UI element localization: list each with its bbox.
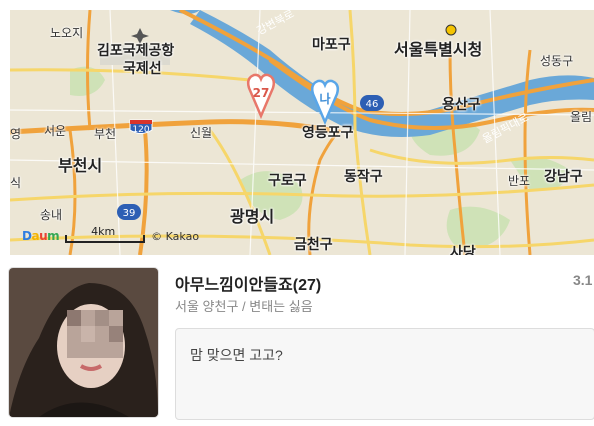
label-ollim: 올림 [570,110,593,124]
message-text: 맘 맞으면 고고? [190,347,283,363]
svg-text:27: 27 [253,86,270,100]
label-sik: 식 [10,176,22,190]
profile-metric: 3.1 [573,272,593,288]
label-sinwol: 신월 [190,126,213,140]
message-bubble: 맘 맞으면 고고? [175,328,594,420]
pin-na-icon[interactable]: 나 [310,76,340,128]
label-guro: 구로구 [268,173,307,189]
label-seoul-w: 서운 [44,124,67,138]
label-gwangmyeong: 광명시 [230,207,275,226]
label-dongjak: 동작구 [344,169,383,185]
label-bucheon-small: 부천 [94,127,117,141]
label-gimpo-airport: 김포국제공항 [97,43,175,59]
label-yongsan: 용산구 [442,97,481,113]
svg-text:나: 나 [319,91,330,106]
label-international-line: 국제선 [123,61,162,77]
map-view[interactable]: 노오지 김포국제공항 국제선 강변북로 마포구 서울특별시청 성동구 용산구 올… [10,10,594,255]
profile-name[interactable]: 아무느낌이안들죠(27) [175,271,321,295]
label-noji: 노오지 [50,26,84,40]
label-gangnam: 강남구 [544,169,583,185]
scale-bar: 4km [65,225,146,245]
pin-27-icon[interactable]: 27 [246,70,276,122]
label-seongdong: 성동구 [540,54,574,68]
avatar[interactable] [9,268,158,417]
svg-text:39: 39 [123,208,136,219]
map-credits: Daum 4km © Kakao [22,225,200,245]
avatar-image [9,268,158,417]
svg-text:46: 46 [366,99,379,110]
route-badge-icon: 39 [117,204,141,220]
label-geumcheon: 금천구 [294,237,333,253]
label-mapo: 마포구 [312,37,351,53]
svg-text:120: 120 [132,125,149,135]
profile-subtitle: 서울 양천구 / 변태는 싫음 [175,299,313,314]
label-bucheon-city: 부천시 [58,156,103,175]
route-badge-icon: 46 [360,95,384,111]
label-yeong: 영 [10,127,22,141]
label-songnae: 송내 [40,208,63,222]
label-seoul-city: 서울특별시청 [394,40,483,59]
label-banpo: 반포 [508,174,531,188]
map-copyright: © Kakao [151,229,200,243]
daum-logo: Daum [22,229,60,243]
route-badge-icon: 120 [129,119,153,135]
label-sadang: 사당 [450,245,476,255]
